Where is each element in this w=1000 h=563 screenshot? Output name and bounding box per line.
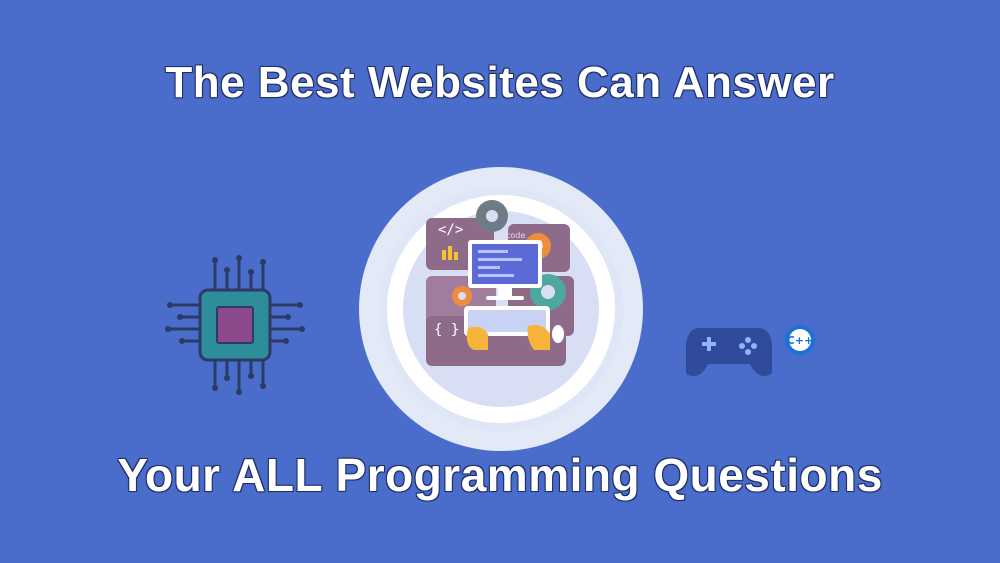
headline-bottom: Your ALL Programming Questions bbox=[117, 449, 883, 501]
developer-workstation-icon: </> code { } bbox=[359, 167, 643, 451]
cpp-label: C++ bbox=[787, 334, 814, 347]
headline-top: The Best Websites Can Answer bbox=[165, 58, 835, 107]
gamepad-icon bbox=[686, 328, 772, 376]
code-tag-text: </> bbox=[438, 222, 463, 238]
braces-text: { } bbox=[434, 322, 459, 338]
gear-small-orange-icon bbox=[452, 286, 472, 306]
circuit-chip-icon bbox=[165, 255, 305, 395]
code-word-text: code bbox=[506, 231, 525, 240]
gear-gray-icon bbox=[476, 200, 508, 232]
cpp-logo-icon: C++ bbox=[785, 325, 815, 355]
